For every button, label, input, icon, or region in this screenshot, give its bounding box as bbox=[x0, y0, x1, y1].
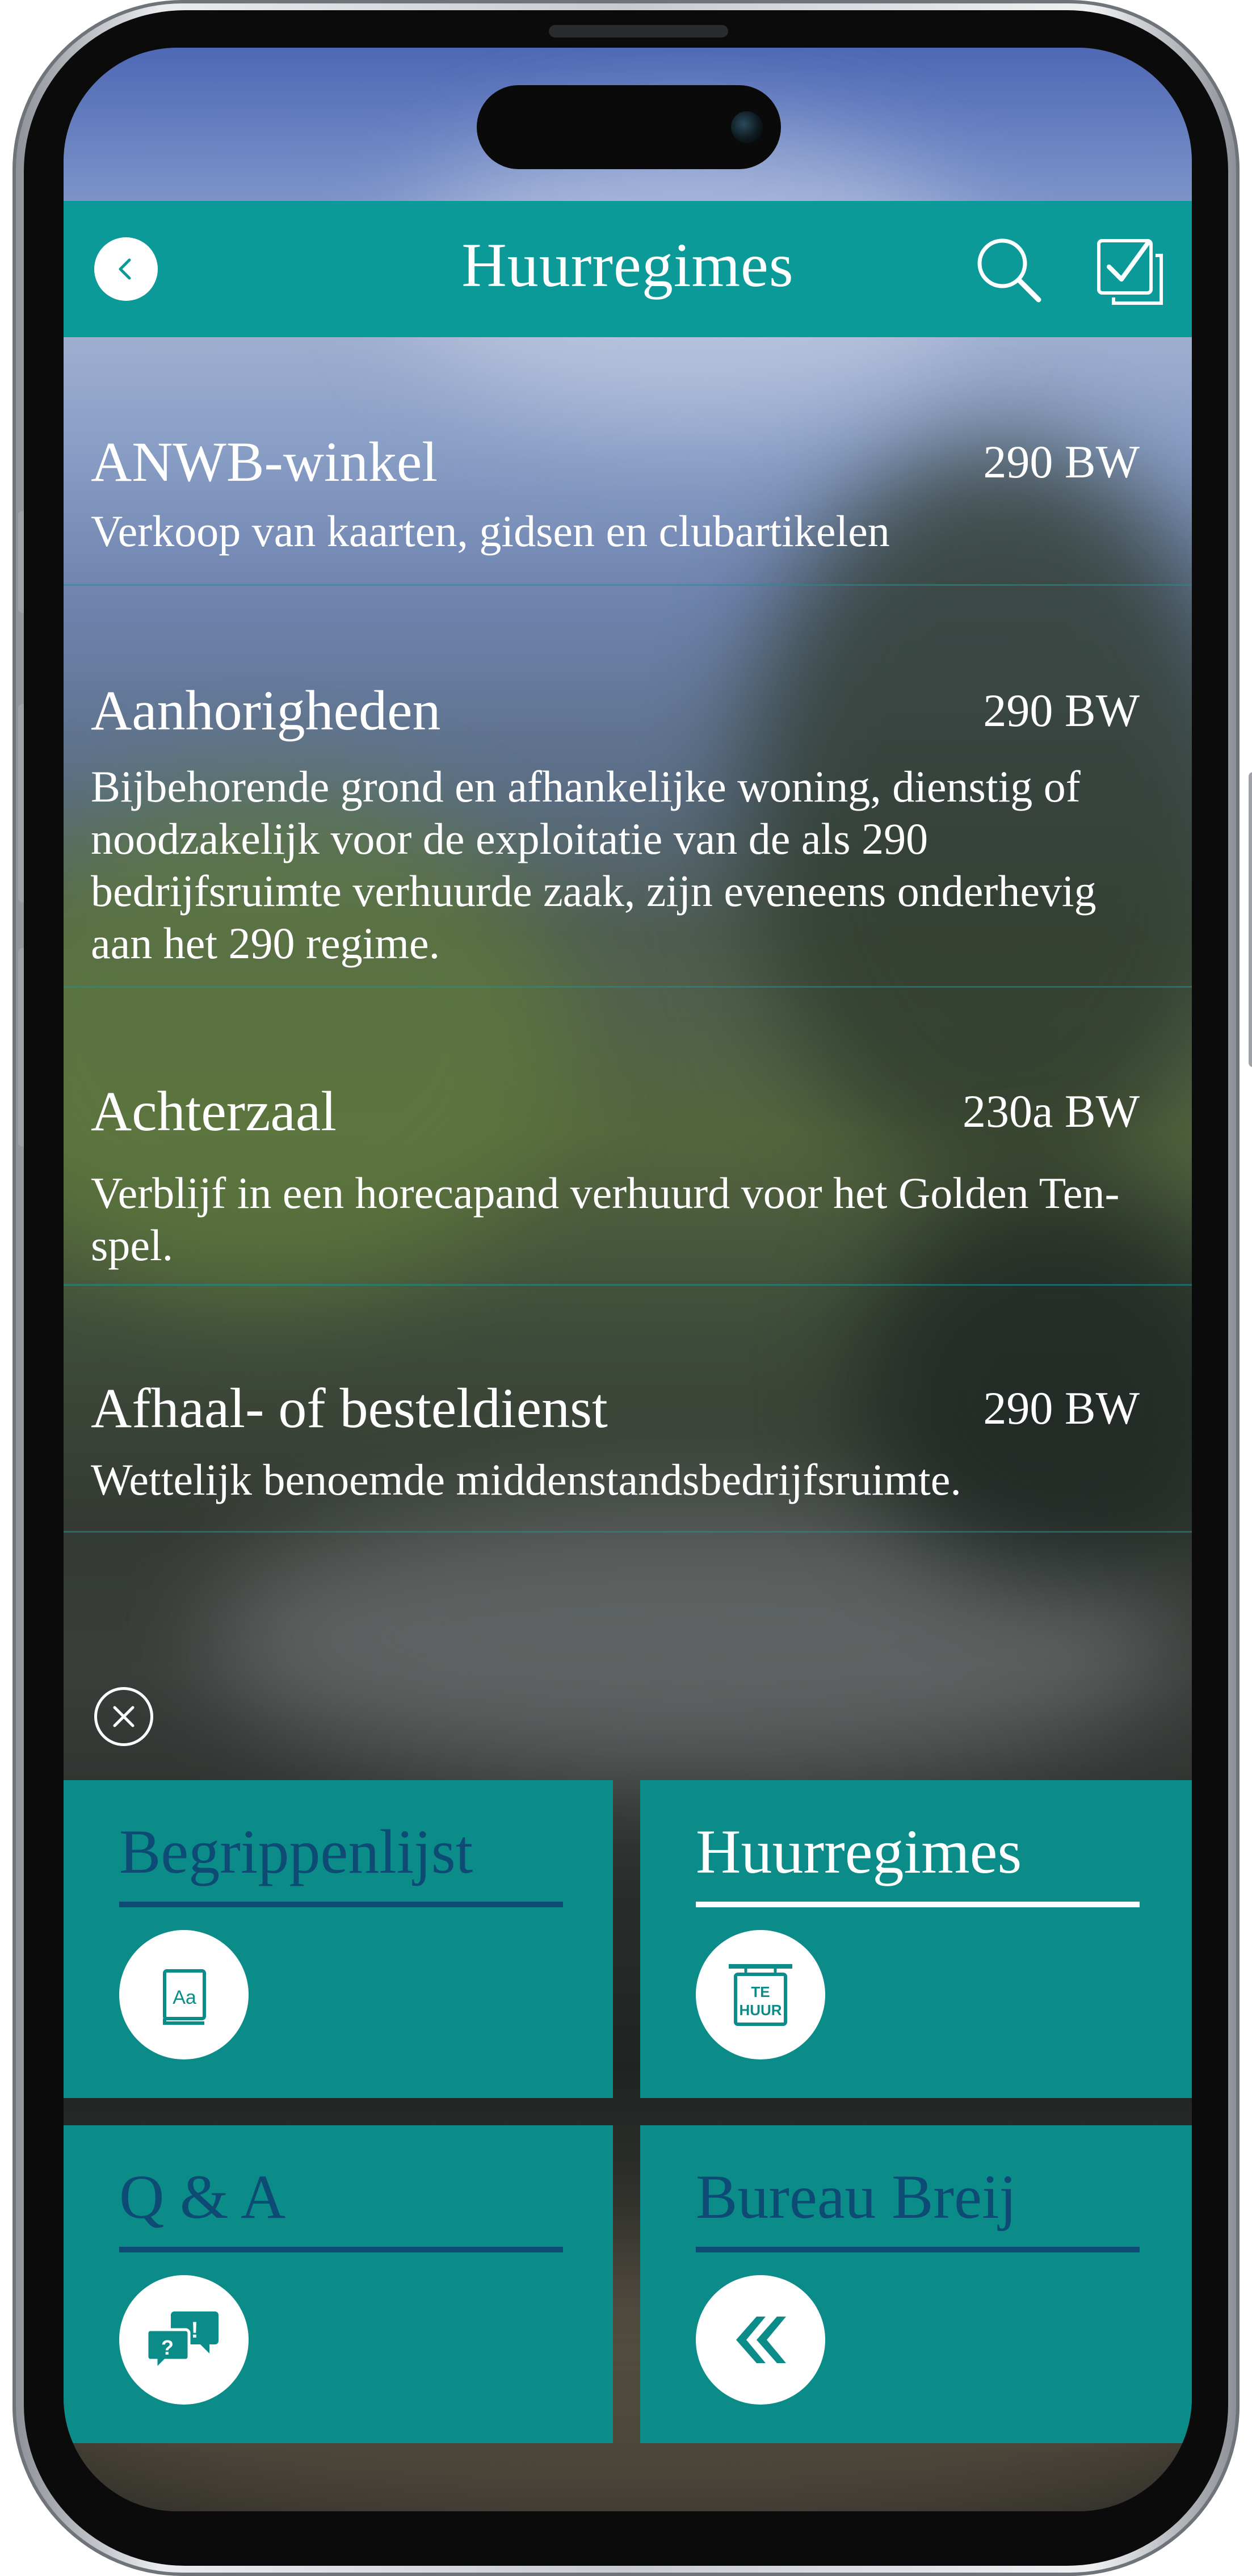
exclamation-glyph: ! bbox=[191, 2318, 198, 2343]
dictionary-icon: Aa bbox=[119, 1930, 249, 2059]
front-camera bbox=[731, 111, 763, 143]
for-rent-sign-graphic: TE HUUR bbox=[729, 1964, 792, 2026]
item-code: 290 BW bbox=[983, 1382, 1140, 1434]
qa-bubbles-graphic: ! ? bbox=[145, 2311, 219, 2373]
close-icon bbox=[113, 1706, 135, 1727]
search-button[interactable] bbox=[974, 235, 1044, 305]
app-screen: Huurregimes ANWB-winkel 290 BW Verkoop v… bbox=[64, 48, 1192, 2511]
tile-begrippenlijst[interactable]: Begrippenlijst Aa bbox=[64, 1780, 613, 2098]
selection-button[interactable] bbox=[1094, 236, 1166, 307]
dictionary-icon-graphic: Aa bbox=[163, 1969, 206, 2025]
item-title: ANWB-winkel bbox=[91, 430, 438, 493]
for-rent-sign-icon: TE HUUR bbox=[696, 1930, 825, 2059]
app-header: Huurregimes bbox=[64, 201, 1192, 337]
item-description: Verblijf in een horecapand verhuurd voor… bbox=[91, 1168, 1120, 1270]
speaker-grille bbox=[549, 25, 728, 37]
dictionary-icon-text: Aa bbox=[173, 1987, 196, 2008]
double-chevron-graphic bbox=[736, 2317, 786, 2363]
close-menu-button[interactable] bbox=[94, 1687, 153, 1746]
item-code: 230a BW bbox=[963, 1085, 1140, 1137]
sign-text-top: TE bbox=[751, 1983, 770, 2000]
tile-underline bbox=[696, 2247, 1140, 2252]
tile-bureau-breij[interactable]: Bureau Breij bbox=[640, 2125, 1192, 2443]
item-description: Wettelijk benoemde middenstandsbedrijfsr… bbox=[91, 1455, 961, 1504]
search-icon bbox=[977, 238, 1041, 303]
tile-label: Q & A bbox=[119, 2162, 286, 2231]
item-description: Bijbehorende grond en afhankelijke wonin… bbox=[91, 762, 1096, 968]
question-answer-bubbles-icon: ! ? bbox=[119, 2275, 249, 2405]
item-title: Achterzaal bbox=[91, 1080, 337, 1143]
item-code: 290 BW bbox=[983, 685, 1140, 736]
checkbox-stack-icon bbox=[1097, 239, 1163, 305]
list-item[interactable]: Aanhorigheden 290 BW Bijbehorende grond … bbox=[64, 586, 1192, 988]
item-code: 290 BW bbox=[983, 436, 1140, 488]
question-glyph: ? bbox=[161, 2336, 174, 2359]
item-description: Verkoop van kaarten, gidsen en clubartik… bbox=[91, 506, 890, 556]
tile-label: Bureau Breij bbox=[696, 2162, 1017, 2231]
tile-label: Huurregimes bbox=[696, 1817, 1022, 1886]
tile-q-and-a[interactable]: Q & A ! ? bbox=[64, 2125, 613, 2443]
item-title: Afhaal- of besteldienst bbox=[91, 1377, 608, 1440]
power-button bbox=[1249, 772, 1252, 1067]
list-item[interactable]: ANWB-winkel 290 BW Verkoop van kaarten, … bbox=[64, 337, 1192, 586]
item-title: Aanhorigheden bbox=[91, 679, 441, 742]
double-chevron-left-icon bbox=[696, 2275, 825, 2405]
tile-label: Begrippenlijst bbox=[119, 1817, 473, 1886]
tile-huurregimes[interactable]: Huurregimes TE HUUR bbox=[640, 1780, 1192, 2098]
tile-underline bbox=[119, 1902, 563, 1907]
tile-underline bbox=[696, 1902, 1140, 1907]
tile-underline bbox=[119, 2247, 563, 2252]
list-item[interactable]: Achterzaal 230a BW Verblijf in een horec… bbox=[64, 988, 1192, 1286]
sign-text-bottom: HUUR bbox=[739, 2002, 782, 2019]
list-item[interactable]: Afhaal- of besteldienst 290 BW Wettelijk… bbox=[64, 1286, 1192, 1533]
regime-list: ANWB-winkel 290 BW Verkoop van kaarten, … bbox=[64, 337, 1192, 1533]
